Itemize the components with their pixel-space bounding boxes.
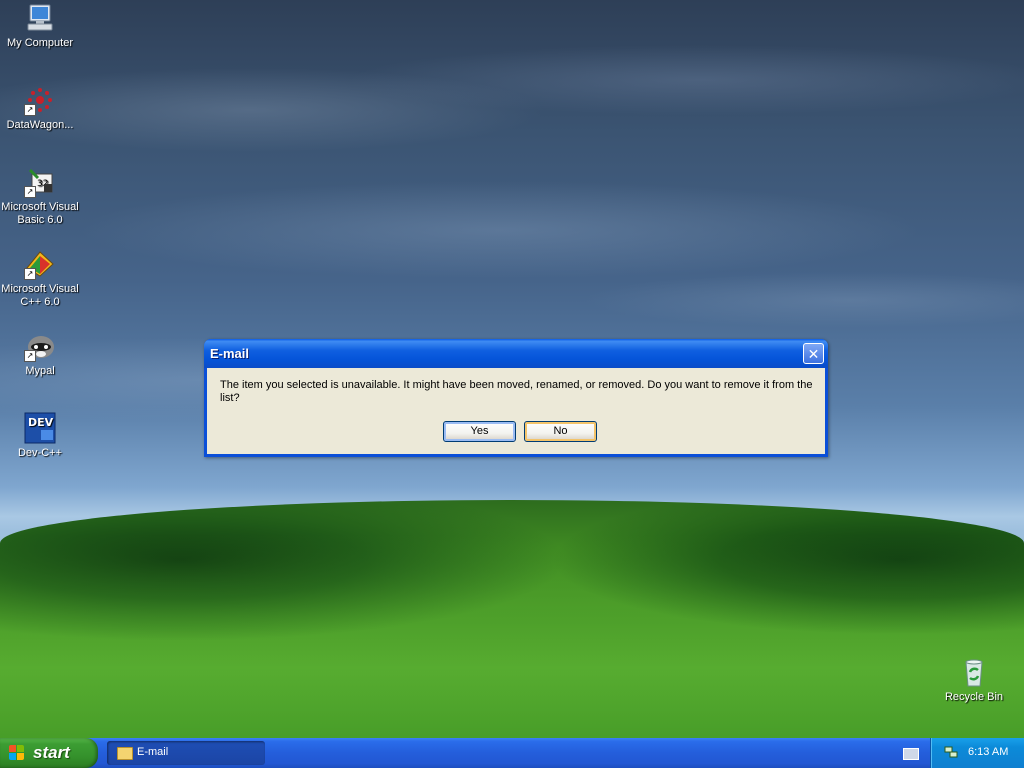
no-button[interactable]: No [524,421,597,442]
dialog-title: E-mail [210,346,250,361]
close-button[interactable]: ✕ [803,343,824,364]
devcpp-icon: DEV [24,412,56,444]
taskbar: start E-mail 6:13 AM [0,738,1024,768]
desktop-icon-label: Microsoft Visual Basic 6.0 [1,201,79,226]
desktop-icon-visual-basic[interactable]: 32 ↗ Microsoft Visual Basic 6.0 [0,166,80,227]
computer-icon [24,2,56,34]
shortcut-arrow-icon: ↗ [24,186,36,198]
folder-icon [117,747,133,760]
desktop-icon-label: Mypal [25,365,55,377]
shortcut-arrow-icon: ↗ [24,104,36,116]
dialog-body: The item you selected is unavailable. It… [207,368,825,454]
start-button[interactable]: start [0,738,98,768]
keyboard-icon[interactable] [903,748,919,760]
clock[interactable]: 6:13 AM [968,746,1008,758]
wallpaper-grass [0,535,1024,738]
close-icon: ✕ [807,346,820,362]
desktop-icon-label: Microsoft Visual C++ 6.0 [1,283,79,308]
desktop-icon-label: DataWagon... [6,119,74,131]
desktop-icon-recycle-bin[interactable]: Recycle Bin [934,656,1014,704]
datawagon-icon: ↗ [24,84,56,116]
email-dialog: E-mail ✕ The item you selected is unavai… [204,339,828,457]
windows-flag-icon [9,745,26,762]
shortcut-arrow-icon: ↗ [24,268,36,280]
mypal-icon: ↗ [24,330,56,362]
desktop-icon-devcpp[interactable]: DEV Dev-C++ [0,412,80,460]
visual-cpp-icon: ↗ [24,248,56,280]
desktop-icon-datawagon[interactable]: ↗ DataWagon... [0,84,80,132]
taskbar-item-label: E-mail [137,746,169,758]
desktop-icon-label: Recycle Bin [944,691,1004,703]
desktop-icon-my-computer[interactable]: My Computer [0,2,80,50]
network-icon[interactable] [944,746,958,759]
taskbar-item-email[interactable]: E-mail [107,741,265,765]
desktop-icon-visual-cpp[interactable]: ↗ Microsoft Visual C++ 6.0 [0,248,80,309]
desktop-icon-label: Dev-C++ [17,447,63,459]
shortcut-arrow-icon: ↗ [24,350,36,362]
dialog-message: The item you selected is unavailable. It… [220,379,813,404]
visual-basic-icon: 32 ↗ [24,166,56,198]
svg-text:DEV: DEV [28,416,54,429]
recycle-bin-icon [958,656,990,688]
yes-button[interactable]: Yes [443,421,516,442]
system-tray: 6:13 AM [930,738,1024,768]
desktop-icon-label: My Computer [6,37,74,49]
dialog-title-bar[interactable]: E-mail ✕ [204,339,828,368]
start-label: start [33,743,70,762]
desktop-icon-mypal[interactable]: ↗ Mypal [0,330,80,378]
